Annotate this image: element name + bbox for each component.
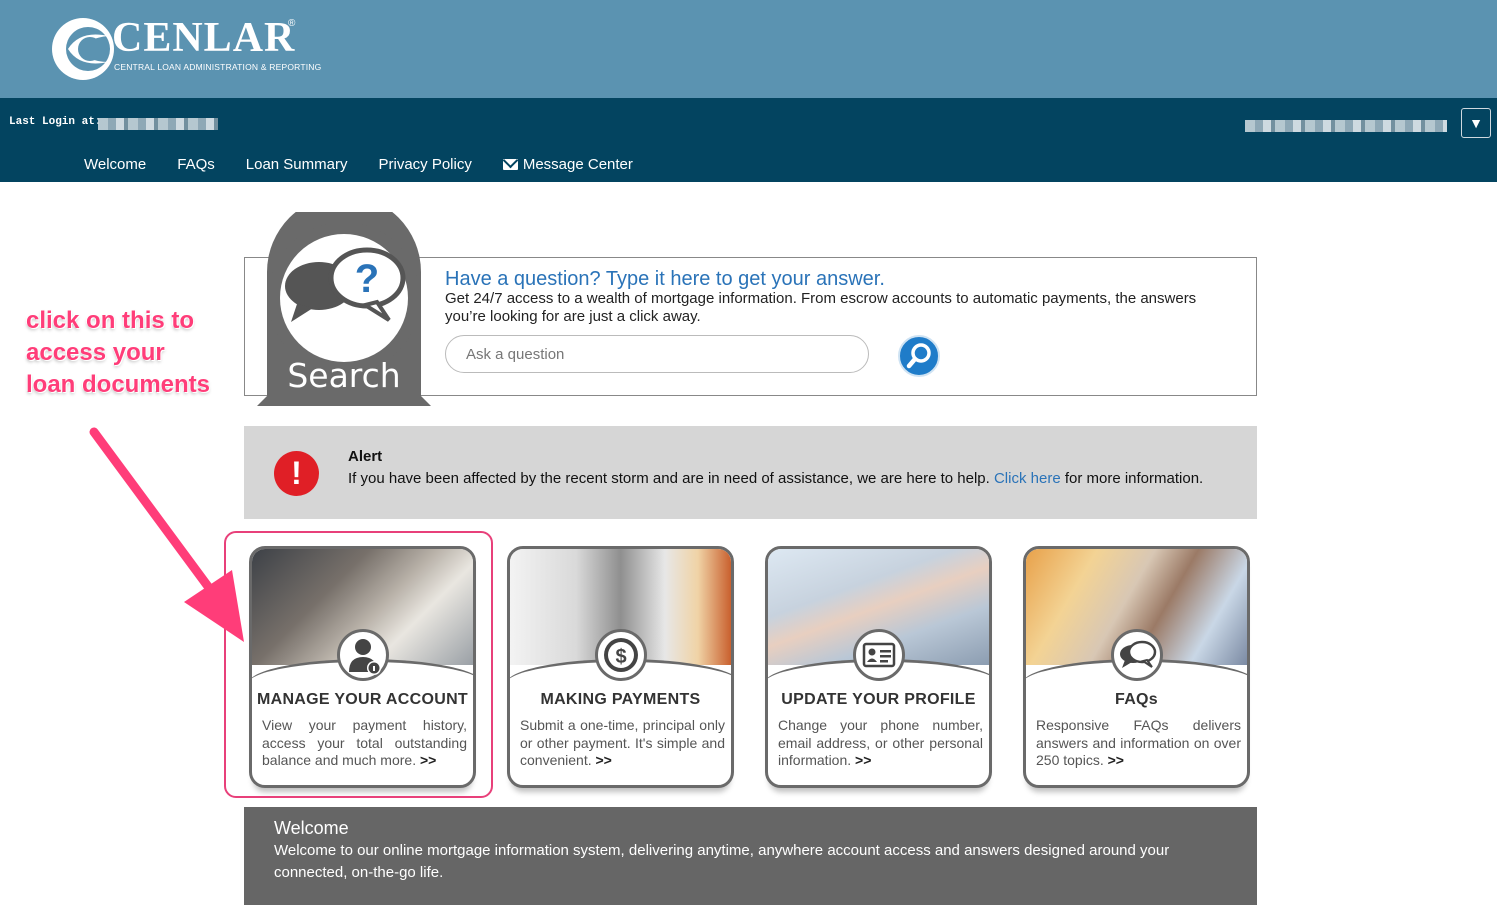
nav-bar: Last Login at: ▼ Welcome FAQs Loan Summa…: [0, 98, 1497, 182]
annotation-arrow-icon: [89, 427, 244, 642]
welcome-title: Welcome: [274, 818, 349, 838]
annotation-highlight-box: [224, 531, 493, 798]
card-text: Responsive FAQs delivers answers and inf…: [1036, 717, 1241, 768]
brand-header: CENLAR ® CENTRAL LOAN ADMINISTRATION & R…: [0, 0, 1497, 98]
last-login-value-redacted: [98, 118, 218, 130]
welcome-text: Welcome to our online mortgage informati…: [274, 842, 1170, 881]
envelope-icon: [502, 159, 518, 170]
card-body: Change your phone number, email address,…: [778, 717, 983, 770]
nav-welcome[interactable]: Welcome: [84, 156, 146, 173]
search-badge: ? Search: [257, 195, 431, 406]
card-body: Submit a one-time, principal only or oth…: [520, 717, 725, 770]
card-making-payments[interactable]: $ MAKING PAYMENTS Submit a one-time, pri…: [507, 546, 734, 788]
alert-title: Alert: [348, 448, 383, 465]
ask-question-input[interactable]: [445, 335, 869, 373]
registered-mark: ®: [288, 18, 296, 29]
logo-tagline: CENTRAL LOAN ADMINISTRATION & REPORTING: [114, 62, 322, 72]
alert-click-here-link[interactable]: Click here: [994, 470, 1061, 487]
card-title: FAQs: [1115, 691, 1158, 708]
search-heading: Have a question? Type it here to get you…: [445, 268, 885, 290]
nav-message-center[interactable]: Message Center: [502, 156, 633, 173]
user-menu-toggle[interactable]: ▼: [1461, 108, 1491, 138]
card-update-profile[interactable]: UPDATE YOUR PROFILE Change your phone nu…: [765, 546, 992, 788]
search-icon: [906, 343, 931, 369]
nav-privacy-policy[interactable]: Privacy Policy: [378, 156, 471, 173]
search-description: Get 24/7 access to a wealth of mortgage …: [445, 290, 1197, 325]
logo-wordmark: CENLAR: [112, 15, 296, 61]
card-title: UPDATE YOUR PROFILE: [781, 691, 976, 708]
alert-text-before: If you have been affected by the recent …: [348, 470, 994, 487]
nav-loan-summary[interactable]: Loan Summary: [246, 156, 348, 173]
card-title: MAKING PAYMENTS: [540, 691, 701, 708]
main-nav: Welcome FAQs Loan Summary Privacy Policy…: [84, 156, 664, 173]
search-badge-label: Search: [287, 356, 401, 395]
card-arrow: >>: [855, 752, 872, 768]
cenlar-logo[interactable]: CENLAR ® CENTRAL LOAN ADMINISTRATION & R…: [50, 15, 321, 86]
logo-swoosh-icon: [52, 18, 114, 80]
card-arrow: >>: [595, 752, 612, 768]
exclamation-icon: !: [274, 451, 319, 496]
search-submit-button[interactable]: [898, 335, 940, 377]
chat-bubbles-icon: [1110, 629, 1163, 681]
id-card-icon: [852, 629, 905, 681]
dollar-icon: $: [594, 629, 647, 681]
last-login-label: Last Login at:: [9, 116, 102, 128]
annotation-note: click on this to access your loan docume…: [26, 307, 211, 398]
alert-text-after: for more information.: [1060, 470, 1204, 487]
svg-text:$: $: [615, 646, 626, 668]
svg-text:?: ?: [355, 257, 379, 301]
page: CENLAR ® CENTRAL LOAN ADMINISTRATION & R…: [0, 0, 1497, 924]
alert-message: If you have been affected by the recent …: [348, 470, 1203, 487]
nav-message-center-label: Message Center: [522, 156, 633, 173]
user-name-redacted: [1245, 120, 1447, 132]
card-text: Submit a one-time, principal only or oth…: [520, 717, 725, 768]
card-faqs[interactable]: FAQs Responsive FAQs delivers answers an…: [1023, 546, 1250, 788]
card-arrow: >>: [1107, 752, 1124, 768]
card-body: Responsive FAQs delivers answers and inf…: [1036, 717, 1241, 770]
card-text: Change your phone number, email address,…: [778, 717, 983, 768]
nav-faqs[interactable]: FAQs: [177, 156, 215, 173]
